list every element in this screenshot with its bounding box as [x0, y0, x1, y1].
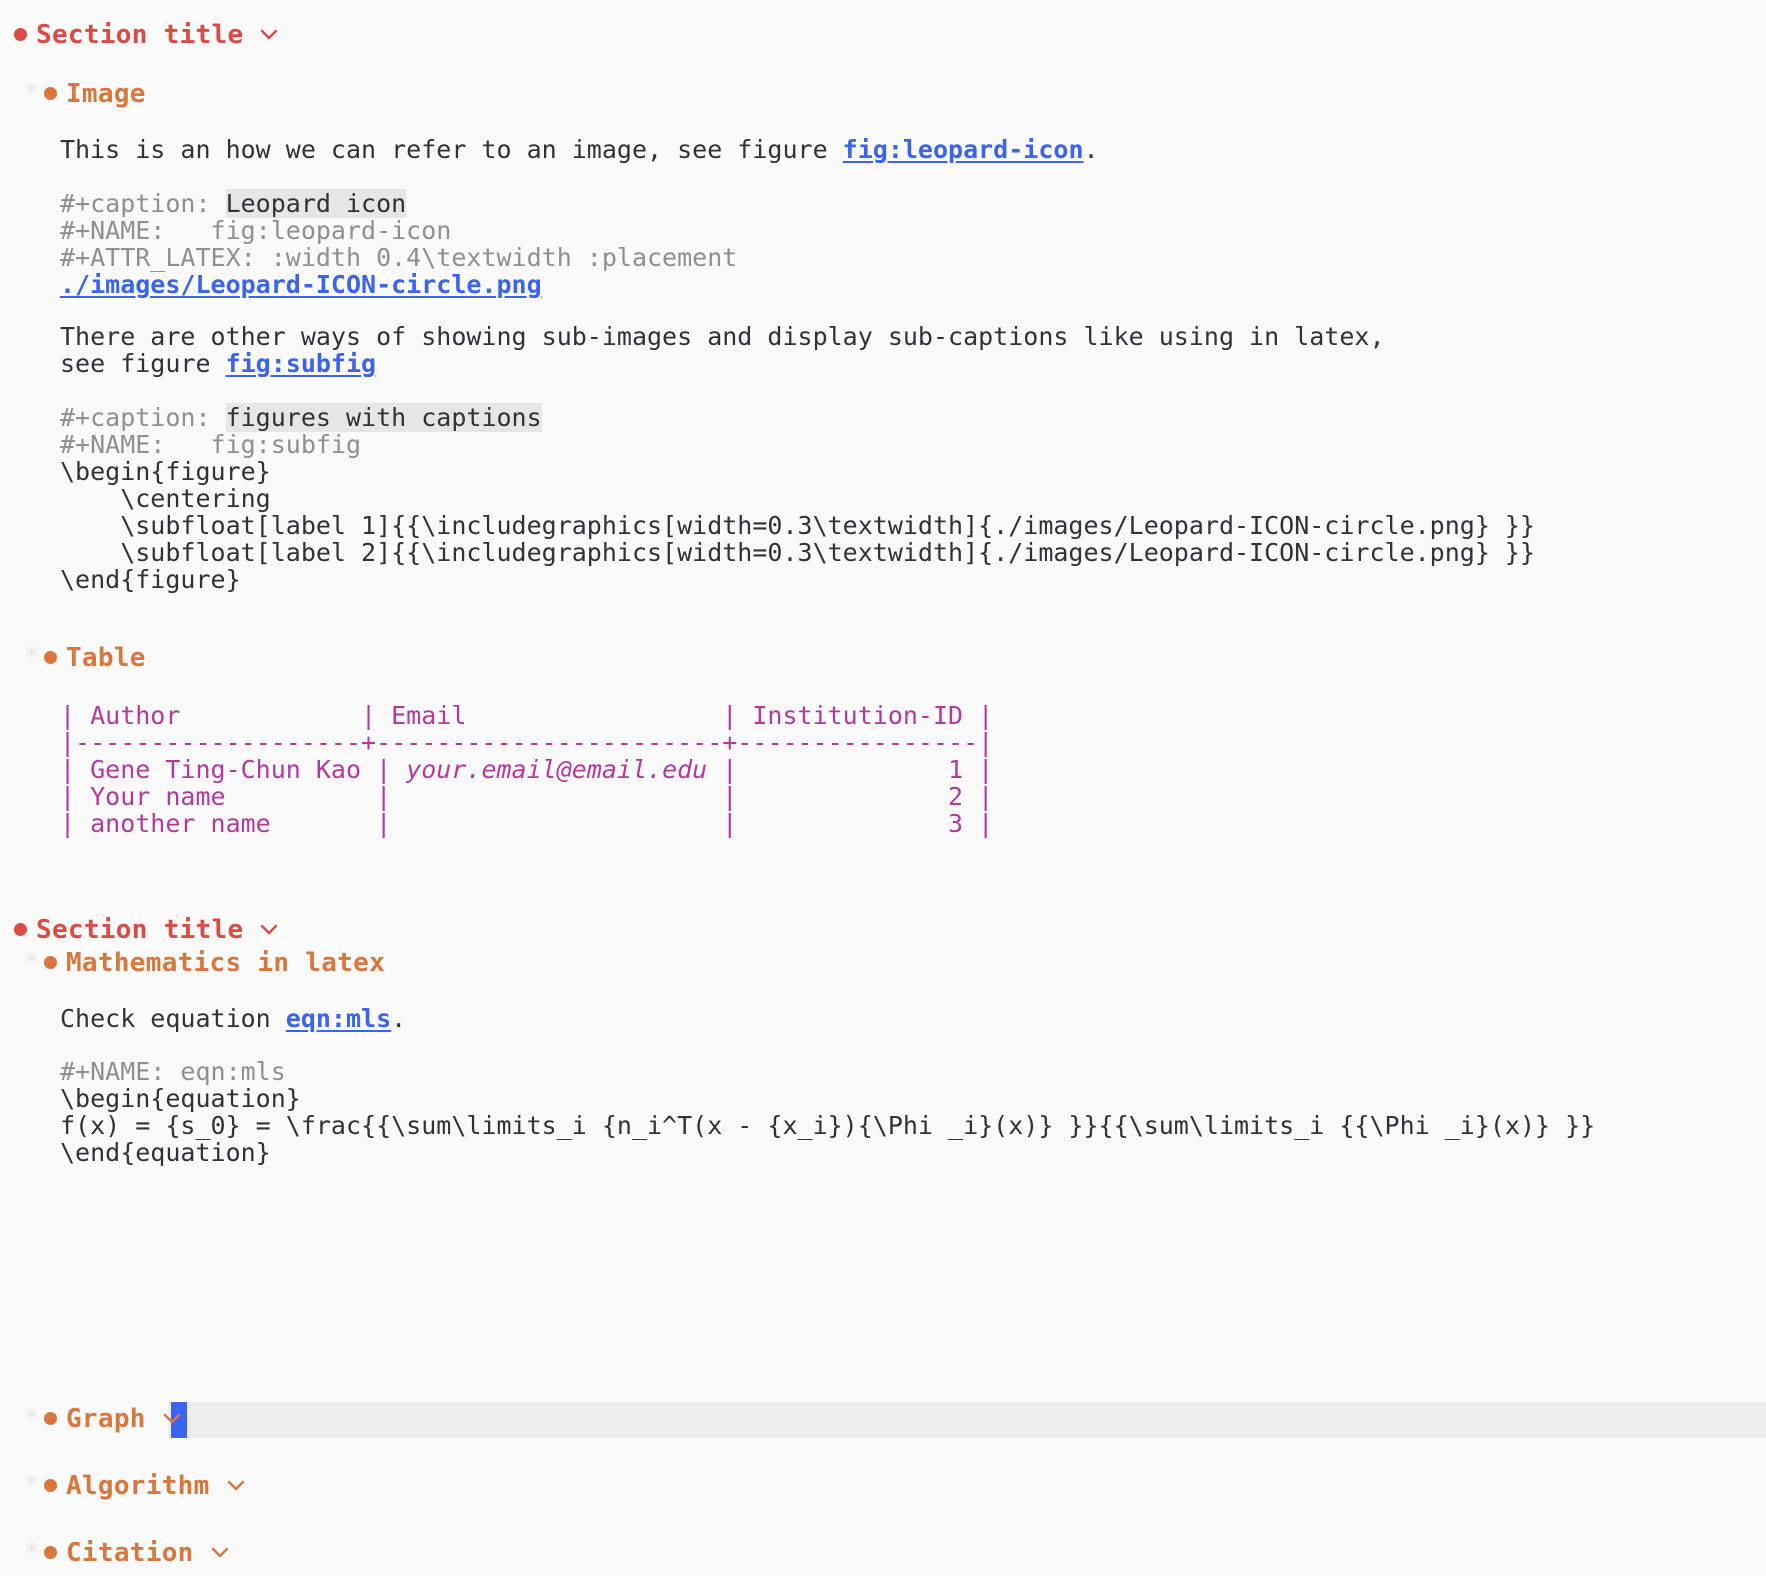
- heading-section-title-2[interactable]: Section title: [14, 917, 279, 944]
- heading-bullet-icon: [43, 1479, 57, 1492]
- heading-label: Section title: [36, 915, 244, 945]
- table-cell-sep: |: [707, 755, 949, 784]
- link-fig-leopard-icon[interactable]: fig:leopard-icon: [843, 135, 1084, 164]
- table-cell-suffix: |: [963, 755, 994, 784]
- caption-value: Leopard icon: [225, 189, 407, 218]
- latex-equation-line-2: \end{equation}: [60, 1138, 271, 1167]
- latex-equation-line-1: f(x) = {s_0} = \frac{{\sum\limits_i {n_i…: [60, 1111, 1596, 1140]
- table-row: | Gene Ting-Chun Kao | your.email@email.…: [60, 756, 993, 783]
- heading-label: Image: [65, 79, 146, 109]
- table-row: | Your name | | 2 |: [60, 782, 994, 811]
- caption-keyword: #+caption:: [60, 189, 226, 218]
- caption-line-2: #+caption: figures with captions: [60, 403, 542, 432]
- latex-figure-line-2: \subfloat[label 1]{{\includegraphics[wid…: [60, 511, 1536, 540]
- intro-text-before: This is an how we can refer to an image,…: [60, 135, 843, 164]
- subfig-paragraph-line-2: see figure fig:subfig: [60, 350, 376, 377]
- heading-label: Citation: [65, 1538, 194, 1568]
- chevron-down-icon[interactable]: [259, 922, 279, 936]
- heading-section-title-1[interactable]: Section title: [14, 22, 279, 49]
- subfig-text-before: see figure: [60, 349, 226, 378]
- caption-line-1: #+caption: Leopard icon: [60, 189, 407, 218]
- hidden-stars: *: [24, 79, 40, 109]
- heading-bullet-icon: [14, 923, 27, 936]
- chevron-down-icon[interactable]: [210, 1545, 230, 1559]
- heading-citation[interactable]: * Citation: [24, 1540, 230, 1567]
- table-cell-id: 1: [948, 755, 964, 784]
- image-intro-paragraph: This is an how we can refer to an image,…: [60, 136, 1099, 163]
- heading-label: Mathematics in latex: [65, 948, 386, 978]
- link-fig-subfig[interactable]: fig:subfig: [226, 349, 377, 378]
- heading-bullet-icon: [43, 651, 57, 664]
- hidden-stars: *: [24, 948, 40, 978]
- heading-label: Algorithm: [65, 1471, 210, 1501]
- table-row: | another name | | 3 |: [60, 809, 994, 838]
- math-intro-paragraph: Check equation eqn:mls.: [60, 1005, 406, 1032]
- heading-bullet-icon: [43, 1546, 57, 1559]
- heading-table[interactable]: * Table: [24, 645, 146, 672]
- chevron-down-icon[interactable]: [226, 1478, 246, 1492]
- check-text-after: .: [391, 1004, 407, 1033]
- hidden-stars: *: [24, 1471, 40, 1501]
- latex-equation-line-0: \begin{equation}: [60, 1084, 301, 1113]
- caption-value: figures with captions: [225, 403, 542, 432]
- caption-keyword: #+caption:: [60, 403, 226, 432]
- latex-figure-line-4: \end{figure}: [60, 565, 241, 594]
- table-cell-prefix: |: [60, 755, 91, 784]
- table-cell-author: Gene Ting-Chun Kao: [90, 755, 362, 784]
- heading-bullet-icon: [43, 1412, 57, 1425]
- org-mode-buffer[interactable]: Section title * Image This is an how we c…: [0, 0, 1766, 1576]
- table-header-row: | Author | Email | Institution-ID |: [60, 701, 994, 730]
- heading-label: Section title: [36, 20, 244, 50]
- latex-figure-line-1: \centering: [60, 484, 271, 513]
- heading-bullet-icon: [43, 956, 57, 969]
- hidden-stars: *: [24, 1538, 40, 1568]
- name-line-eqn: #+NAME: eqn:mls: [60, 1057, 286, 1086]
- hidden-stars: *: [24, 1404, 40, 1434]
- heading-graph[interactable]: * Graph: [24, 1406, 182, 1433]
- table-cell-sep: |: [361, 755, 407, 784]
- heading-algorithm[interactable]: * Algorithm: [24, 1473, 246, 1500]
- subfig-paragraph-line-1: There are other ways of showing sub-imag…: [60, 322, 1385, 351]
- link-eqn-mls[interactable]: eqn:mls: [286, 1004, 391, 1033]
- heading-label: Graph: [65, 1404, 146, 1434]
- attr-latex-line: #+ATTR_LATEX: :width 0.4\textwidth :plac…: [60, 243, 738, 272]
- heading-label: Table: [65, 643, 146, 673]
- chevron-down-icon[interactable]: [259, 27, 279, 41]
- heading-bullet-icon: [14, 28, 27, 41]
- heading-image[interactable]: * Image: [24, 81, 146, 108]
- chevron-down-icon[interactable]: [162, 1411, 182, 1425]
- name-line-2: #+NAME: fig:subfig: [60, 430, 362, 459]
- latex-figure-line-0: \begin{figure}: [60, 457, 271, 486]
- latex-figure-line-3: \subfloat[label 2]{{\includegraphics[wid…: [60, 538, 1536, 567]
- heading-bullet-icon: [43, 87, 57, 100]
- link-image-file[interactable]: ./images/Leopard-ICON-circle.png: [60, 271, 542, 298]
- table-rule-row: |-------------------+-------------------…: [60, 728, 994, 757]
- check-text-before: Check equation: [60, 1004, 286, 1033]
- intro-text-after: .: [1083, 135, 1099, 164]
- hidden-stars: *: [24, 643, 40, 673]
- name-line-1: #+NAME: fig:leopard-icon: [60, 216, 452, 245]
- table-cell-email: your.email@email.edu: [406, 755, 708, 784]
- heading-mathematics-in-latex[interactable]: * Mathematics in latex: [24, 950, 385, 977]
- current-line-highlight: [168, 1402, 1766, 1438]
